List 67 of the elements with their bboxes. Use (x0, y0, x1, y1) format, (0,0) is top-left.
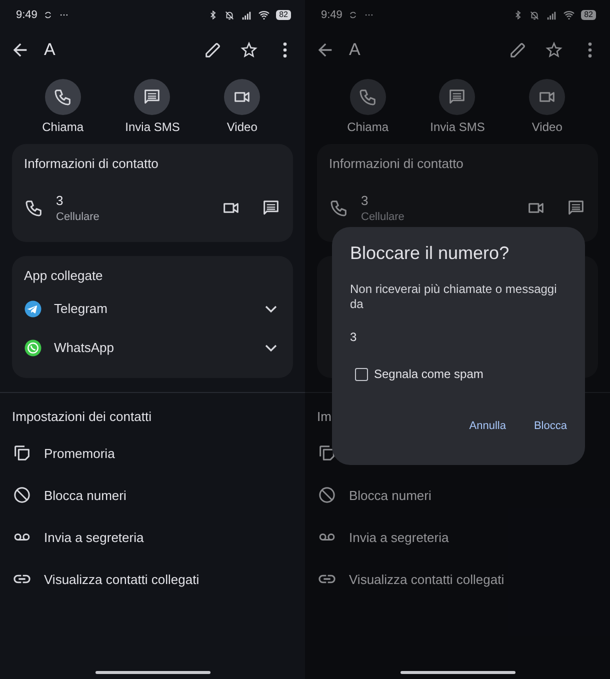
status-time: 9:49 (16, 9, 38, 21)
paper-plane-icon (24, 300, 42, 318)
star-icon[interactable] (544, 40, 564, 60)
block-icon (317, 485, 337, 505)
bluetooth-icon (208, 10, 218, 20)
settings-item[interactable]: Invia a segreteria (349, 530, 449, 544)
contact-name: A (44, 40, 56, 60)
stacked-cards-icon (317, 443, 337, 463)
action-label: Chiama (347, 120, 388, 134)
battery-indicator: 82 (276, 10, 291, 20)
action-button[interactable] (439, 79, 476, 115)
phone-icon (329, 198, 349, 218)
block-icon (12, 485, 32, 505)
card-title: App collegate (24, 268, 104, 283)
signal-icon (241, 10, 252, 20)
sync-icon (43, 10, 54, 20)
signal-icon (546, 10, 558, 20)
action-button[interactable] (44, 79, 81, 115)
dialog-message: Non riceverai più chiamate o messaggi da (350, 282, 558, 312)
muted-bell-icon (224, 10, 236, 20)
action-label: Chiama (42, 120, 84, 134)
wifi-icon (563, 9, 576, 21)
number-type: Cellulare (56, 211, 100, 223)
settings-item[interactable]: Invia a segreteria (44, 530, 144, 544)
settings-item[interactable]: Visualizza contatti collegati (44, 572, 200, 586)
sync-icon (348, 10, 358, 20)
checkbox[interactable] (355, 368, 368, 380)
app-name: Telegram (54, 301, 108, 316)
action-button[interactable] (134, 79, 170, 115)
phone-number: 3 (361, 193, 370, 208)
chat-phone-icon (24, 338, 42, 356)
phone-icon (52, 87, 73, 107)
phone-icon (24, 198, 44, 218)
phone-icon (358, 87, 378, 107)
settings-item[interactable]: Visualizza contatti collegati (349, 572, 504, 586)
stacked-cards-icon (12, 443, 32, 463)
dialog-button[interactable]: Annulla (461, 416, 514, 436)
section-title: Im (317, 409, 332, 424)
action-label: Video (532, 120, 562, 134)
dialog-button[interactable]: Blocca (526, 416, 575, 436)
action-button[interactable] (529, 79, 566, 115)
checkbox-label: Segnala come spam (374, 367, 484, 381)
pencil-icon[interactable] (203, 40, 223, 60)
phone-number: 3 (56, 193, 64, 208)
bluetooth-icon (513, 10, 524, 20)
dialog-title: Bloccare il numero? (350, 243, 510, 264)
contact-name: A (349, 40, 362, 60)
muted-bell-icon (529, 10, 540, 20)
action-label: Invia SMS (430, 120, 485, 134)
star-icon[interactable] (239, 40, 259, 60)
action-label: Video (226, 120, 258, 134)
app-name: WhatsApp (54, 340, 115, 355)
phone-number: 3 (350, 330, 358, 344)
wifi-icon (258, 9, 270, 21)
settings-item[interactable]: Promemoria (44, 446, 115, 460)
number-type: Cellulare (361, 211, 406, 223)
action-button[interactable] (350, 79, 386, 115)
section-title: Impostazioni dei contatti (12, 409, 152, 424)
battery-indicator: 82 (581, 10, 596, 20)
card-title: Informazioni di contatto (24, 156, 160, 171)
pencil-icon[interactable] (508, 40, 528, 60)
settings-item[interactable]: Blocca numeri (349, 488, 432, 502)
action-button[interactable] (224, 79, 260, 115)
status-time: 9:49 (321, 9, 342, 21)
action-label: Invia SMS (125, 120, 180, 134)
settings-item[interactable]: Blocca numeri (44, 488, 126, 502)
card-title: Informazioni di contatto (329, 156, 464, 171)
